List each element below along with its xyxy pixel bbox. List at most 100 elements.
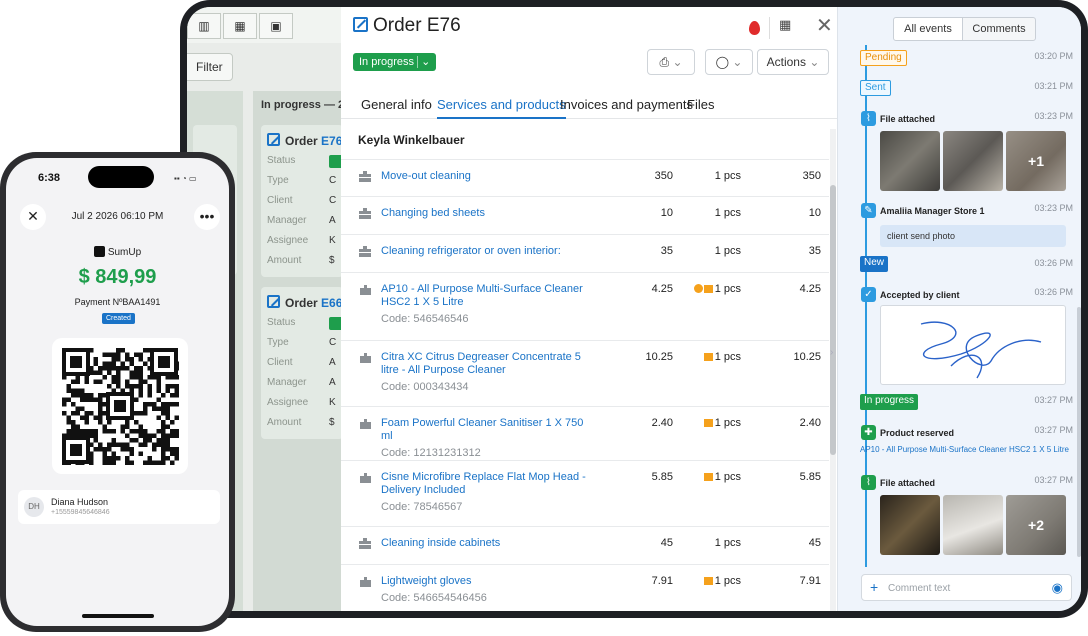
line-item-row[interactable]: Cleaning refrigerator or oven interior: 3… [341,234,829,272]
chevron-down-icon: ⌄ [732,55,743,69]
avatar: DH [24,497,44,517]
item-price: 10.25 [645,351,673,363]
product-icon [358,575,373,587]
attachment-thumbnail[interactable] [880,495,940,555]
field-label: Type [267,337,289,348]
attachment-thumbnail[interactable]: +1 [1006,131,1066,191]
line-item-row[interactable]: AP10 - All Purpose Multi-Surface Cleaner… [341,272,829,340]
actions-button[interactable]: Actions ⌄ [757,49,829,75]
item-price: 10 [660,207,673,219]
tab-comments[interactable]: Comments [962,17,1036,41]
line-item-row[interactable]: Cisne Microfibre Replace Flat Mop Head -… [341,460,829,526]
close-icon[interactable]: ✕ [816,13,833,38]
events-scrollbar[interactable] [1077,307,1081,557]
event-time: 03:23 PM [1034,111,1073,121]
printer-icon: ⎙ [659,55,670,69]
tab-invoices-and-payments[interactable]: Invoices and payments [560,97,693,119]
line-item-row[interactable]: Cleaning inside cabinets 45 1 pcs 45 [341,526,829,564]
service-icon [358,537,373,549]
scrollbar[interactable] [830,129,836,611]
item-name[interactable]: Citra XC Citrus Degreaser Concentrate 5 … [381,351,596,377]
tab-services-and-products[interactable]: Services and products [437,97,566,119]
note-icon: ✎ [861,203,876,218]
event-title: Accepted by client [880,290,960,300]
order-icon [353,17,368,32]
line-item-row[interactable]: Citra XC Citrus Degreaser Concentrate 5 … [341,340,829,406]
item-quantity: 1 pcs [714,537,741,549]
board-card[interactable]: Order E76 Status Type Client Manager Ass… [261,125,343,277]
item-name[interactable]: Cleaning inside cabinets [381,537,596,550]
field-value: K [329,397,336,408]
field-label: Client [267,357,293,368]
item-total: 350 [802,170,821,182]
comment-field[interactable]: + Comment text ◉ [861,574,1072,601]
kanban-view-icon[interactable]: ▥ [187,13,221,39]
stock-box-icon [703,473,713,481]
filter-button[interactable]: Filter [187,53,233,81]
service-icon [358,170,373,182]
item-total: 35 [808,245,821,257]
order-title: Order E76 [353,15,461,37]
item-name[interactable]: Foam Powerful Cleaner Sanitiser 1 X 750 … [381,417,596,443]
line-item-row[interactable]: Changing bed sheets 10 1 pcs 10 [341,196,829,234]
item-quantity: 1 pcs [703,471,741,483]
item-price: 4.25 [651,283,673,295]
item-name[interactable]: Cisne Microfibre Replace Flat Mop Head -… [381,471,596,497]
plus-icon[interactable]: + [870,579,878,595]
tab-all-events[interactable]: All events [893,17,963,41]
field-value: A [329,357,336,368]
tab-general-info[interactable]: General info [361,97,432,119]
board-card[interactable]: Order E66 Status Type Client Manager Ass… [261,287,343,439]
attachment-thumbnail[interactable] [880,131,940,191]
divider [769,17,770,39]
reserved-product-link[interactable]: AP10 - All Purpose Multi-Surface Cleaner… [860,445,1072,455]
comment-bubble: client send photo [880,225,1066,247]
urgent-fire-icon[interactable] [749,21,760,35]
field-label: Assignee [267,397,309,408]
line-item-row[interactable]: Lightweight gloves Code: 546654546456 7.91… [341,564,829,611]
item-quantity: 1 pcs [714,245,741,257]
event-time: 03:27 PM [1034,395,1073,405]
check-icon: ✓ [861,287,876,302]
chevron-down-icon: ⌄ [672,55,683,69]
print-button[interactable]: ⎙ ⌄ [647,49,695,75]
status-dropdown[interactable]: In progress ⌄ [353,53,437,71]
home-indicator [82,614,154,618]
item-price: 35 [660,245,673,257]
item-quantity: 1 pcs [703,575,741,587]
contact-card[interactable]: DH Diana Hudson +15559845646846 [18,490,220,524]
scrollbar-thumb[interactable] [830,185,836,455]
item-name[interactable]: Cleaning refrigerator or oven interior: [381,245,596,258]
board-column-in-progress: In progress — 2 Order E76 Status Type Cl… [253,91,344,611]
attachment-thumbnail[interactable] [943,131,1003,191]
payment-qr-code[interactable] [52,338,188,474]
more-options-icon[interactable]: ••• [194,204,220,230]
item-code: Code: 000343434 [381,381,469,393]
status-badge: Created [102,313,135,324]
order-icon [267,133,280,146]
more-count: +1 [1006,131,1066,191]
item-name[interactable]: Lightweight gloves [381,575,596,588]
tab-files[interactable]: Files [687,97,714,119]
field-label: Amount [267,255,302,266]
field-value: K [329,235,336,246]
stock-box-icon [703,577,713,585]
table-view-icon[interactable]: ▦ [223,13,257,39]
eye-icon[interactable]: ◉ [1052,580,1063,596]
qr-code-icon[interactable]: ▦ [779,17,791,33]
line-item-row[interactable]: Foam Powerful Cleaner Sanitiser 1 X 750 … [341,406,829,460]
message-button[interactable]: ◯ ⌄ [705,49,753,75]
field-label: Manager [267,215,307,226]
item-name[interactable]: Move-out cleaning [381,170,596,183]
attachment-thumbnail[interactable]: +2 [1006,495,1066,555]
qr-code-icon [62,348,179,465]
puzzle-icon: ✚ [861,425,876,440]
collapse-chevron-icon[interactable]: › [830,347,833,358]
calendar-view-icon[interactable]: ▣ [259,13,293,39]
attachment-thumbnail[interactable] [943,495,1003,555]
line-item-row[interactable]: Move-out cleaning 350 1 pcs 350 [341,159,829,196]
item-name[interactable]: AP10 - All Purpose Multi-Surface Cleaner… [381,283,596,309]
item-name[interactable]: Changing bed sheets [381,207,596,220]
stock-box-icon [703,419,713,427]
item-total: 45 [808,537,821,549]
